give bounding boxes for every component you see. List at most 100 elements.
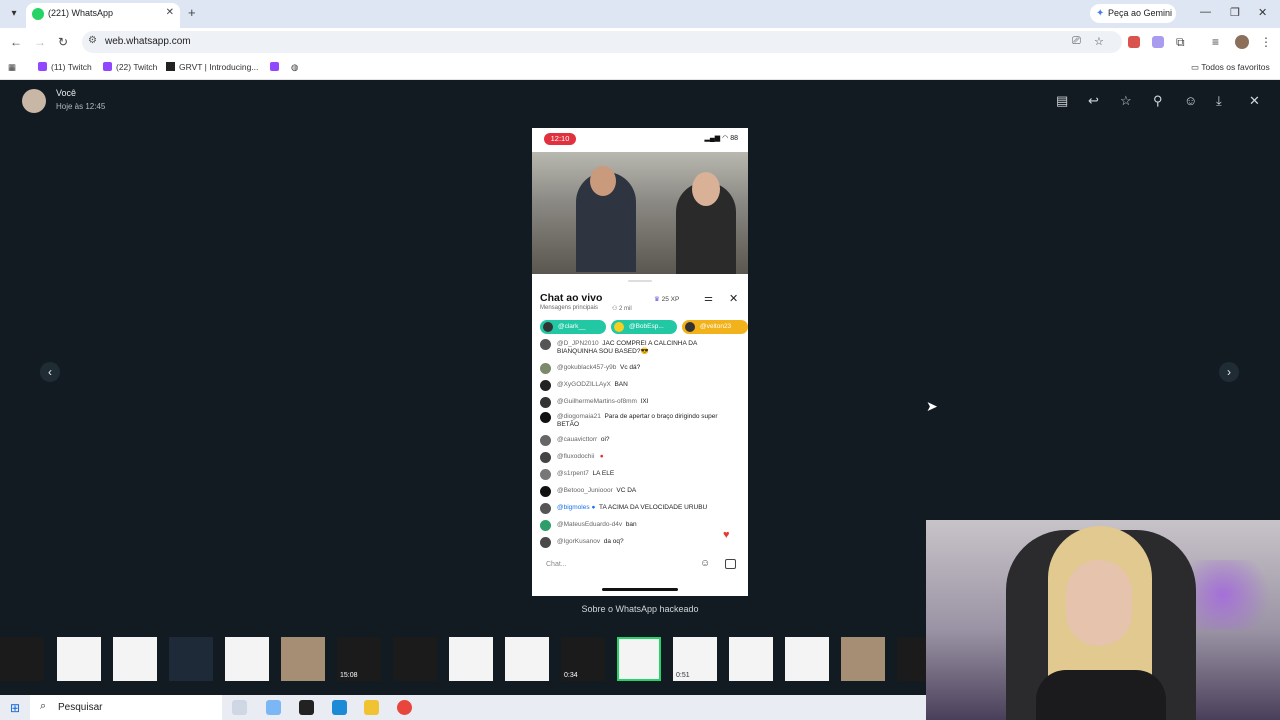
profile-avatar[interactable]	[1235, 35, 1249, 49]
thumbnail[interactable]	[281, 637, 325, 681]
restore-icon[interactable]: ❐	[1230, 6, 1240, 19]
pinned-user-pill: @BobEsp...	[611, 320, 677, 334]
extensions-puzzle-icon[interactable]: ⧉	[1176, 35, 1185, 50]
extension-icon[interactable]	[1152, 36, 1164, 48]
whatsapp-icon	[32, 8, 44, 20]
windows-taskbar: ⊞ ⌕ Pesquisar	[0, 695, 926, 720]
live-chat-panel: Chat ao vivo Mensagens principais ⚇ 2 mi…	[532, 276, 748, 596]
previous-media-button[interactable]: ‹	[40, 362, 60, 382]
minimize-icon[interactable]: —	[1200, 6, 1211, 18]
omnibox[interactable]: ⚙ web.whatsapp.com ⎚ ☆	[82, 31, 1122, 53]
browser-tab-bar: ▾ (221) WhatsApp ✕ + ✦ Peça ao Gemini — …	[0, 0, 1280, 28]
thumbnail[interactable]	[729, 637, 773, 681]
url-text: web.whatsapp.com	[105, 36, 191, 47]
copilot-icon[interactable]	[266, 700, 281, 715]
thumbnail-selected[interactable]	[617, 637, 661, 681]
windows-start-icon[interactable]: ⊞	[10, 701, 20, 715]
filter-icon: ⚌	[704, 293, 713, 304]
home-indicator	[602, 588, 678, 591]
thumbnail[interactable]	[57, 637, 101, 681]
download-icon[interactable]: ⤓	[1216, 93, 1222, 109]
edge-icon[interactable]	[332, 700, 347, 715]
chat-close-icon: ✕	[729, 293, 739, 305]
thumbnail[interactable]	[897, 637, 926, 681]
thumbnail-audio[interactable]: 0:34	[561, 637, 605, 681]
thumbnail[interactable]	[841, 637, 885, 681]
chat-title: Chat ao vivo	[540, 292, 603, 304]
bookmark-twitch-2[interactable]: (22) Twitch	[103, 62, 157, 72]
tab-title: (221) WhatsApp	[48, 8, 114, 18]
thumbnail[interactable]	[225, 637, 269, 681]
sender-time: Hoje às 12:45	[56, 102, 106, 111]
file-explorer-icon[interactable]	[364, 700, 379, 715]
bookmarks-bar: ▦ (11) Twitch (22) Twitch GRVT | Introdu…	[0, 56, 1280, 80]
tab-search-icon[interactable]: ▾	[6, 6, 22, 22]
star-icon[interactable]: ☆	[1120, 93, 1132, 109]
search-icon: ⌕	[40, 700, 47, 712]
thumbnail[interactable]	[505, 637, 549, 681]
thumbnail[interactable]	[0, 637, 44, 681]
thumbnail[interactable]	[393, 637, 437, 681]
gemini-label: Peça ao Gemini	[1108, 8, 1173, 18]
thumbnail[interactable]	[113, 637, 157, 681]
bookmark-globe-icon[interactable]: ◍	[291, 62, 298, 73]
heart-icon: ♥	[723, 529, 730, 541]
thumbnail[interactable]	[785, 637, 829, 681]
window-close-icon[interactable]: ✕	[1258, 6, 1267, 19]
twitch-icon	[270, 62, 279, 71]
live-video	[532, 152, 748, 274]
install-app-icon[interactable]: ⎚	[1072, 35, 1081, 48]
grvt-icon	[166, 62, 175, 71]
extension-fox-icon[interactable]	[1128, 36, 1140, 48]
emoji-icon: ☺	[700, 558, 711, 569]
tab-close-icon[interactable]: ✕	[166, 7, 174, 18]
gemini-icon: ✦	[1096, 8, 1105, 19]
task-view-icon[interactable]	[232, 700, 247, 715]
media-caption: Sobre o WhatsApp hackeado	[581, 604, 699, 614]
sender-name: Você	[56, 88, 77, 98]
address-bar: ← → ↻ ⚙ web.whatsapp.com ⎚ ☆ ⧉ ≡ ⋮	[0, 28, 1280, 56]
reply-icon[interactable]: ↩	[1088, 93, 1099, 109]
go-to-message-icon[interactable]: ▤	[1056, 93, 1068, 109]
pin-icon[interactable]: ⚲	[1153, 93, 1163, 109]
webcam-overlay	[926, 520, 1280, 720]
taskbar-search[interactable]: ⌕ Pesquisar	[30, 695, 222, 720]
chrome-menu-icon[interactable]: ⋮	[1260, 35, 1272, 49]
close-viewer-icon[interactable]: ✕	[1249, 93, 1260, 109]
signal-wifi-battery-icon: ▂▄▆ ◠ 88	[704, 135, 738, 142]
app-icon[interactable]	[299, 700, 314, 715]
thumbnail[interactable]	[449, 637, 493, 681]
mouse-cursor-icon: ➤	[926, 398, 938, 414]
twitch-icon	[38, 62, 47, 71]
media-control-icon[interactable]: ≡	[1212, 35, 1219, 49]
all-bookmarks[interactable]: ▭ Todos os favoritos	[1191, 62, 1270, 73]
tab-whatsapp[interactable]: (221) WhatsApp ✕	[26, 3, 180, 28]
gemini-button[interactable]: ✦ Peça ao Gemini	[1090, 4, 1176, 23]
thumbnail-video[interactable]: 15:08	[337, 637, 381, 681]
apps-grid-icon[interactable]: ▦	[8, 62, 16, 73]
new-tab-button[interactable]: +	[188, 5, 196, 20]
super-chat-icon	[725, 559, 736, 569]
forward-icon[interactable]: →	[34, 35, 46, 49]
react-emoji-icon[interactable]: ☺	[1184, 93, 1197, 108]
chat-viewers: ⚇ 2 mil	[612, 306, 632, 312]
thumbnail[interactable]	[169, 637, 213, 681]
site-info-icon[interactable]: ⚙	[88, 35, 97, 46]
bookmark-star-icon[interactable]: ☆	[1094, 35, 1104, 48]
pinned-user-pill: @velton23	[682, 320, 748, 334]
crown-icon: ♛	[654, 296, 660, 303]
thumbnail-video[interactable]: 0:51	[673, 637, 717, 681]
bookmark-grvt[interactable]: GRVT | Introducing...	[166, 62, 258, 72]
reload-icon[interactable]: ↻	[58, 35, 68, 49]
twitch-icon	[103, 62, 112, 71]
chat-input: Chat...	[546, 561, 567, 568]
media-thumbnails: 15:08 0:34 0:51	[0, 635, 926, 685]
pinned-user-pill: @clark__	[540, 320, 606, 334]
avatar	[22, 89, 46, 113]
next-media-button[interactable]: ›	[1219, 362, 1239, 382]
chrome-icon[interactable]	[397, 700, 412, 715]
bookmark-twitch-3[interactable]	[270, 62, 283, 72]
xp-badge: ♛ 25 XP	[654, 296, 680, 303]
bookmark-twitch-1[interactable]: (11) Twitch	[38, 62, 92, 72]
back-icon[interactable]: ←	[10, 35, 22, 49]
